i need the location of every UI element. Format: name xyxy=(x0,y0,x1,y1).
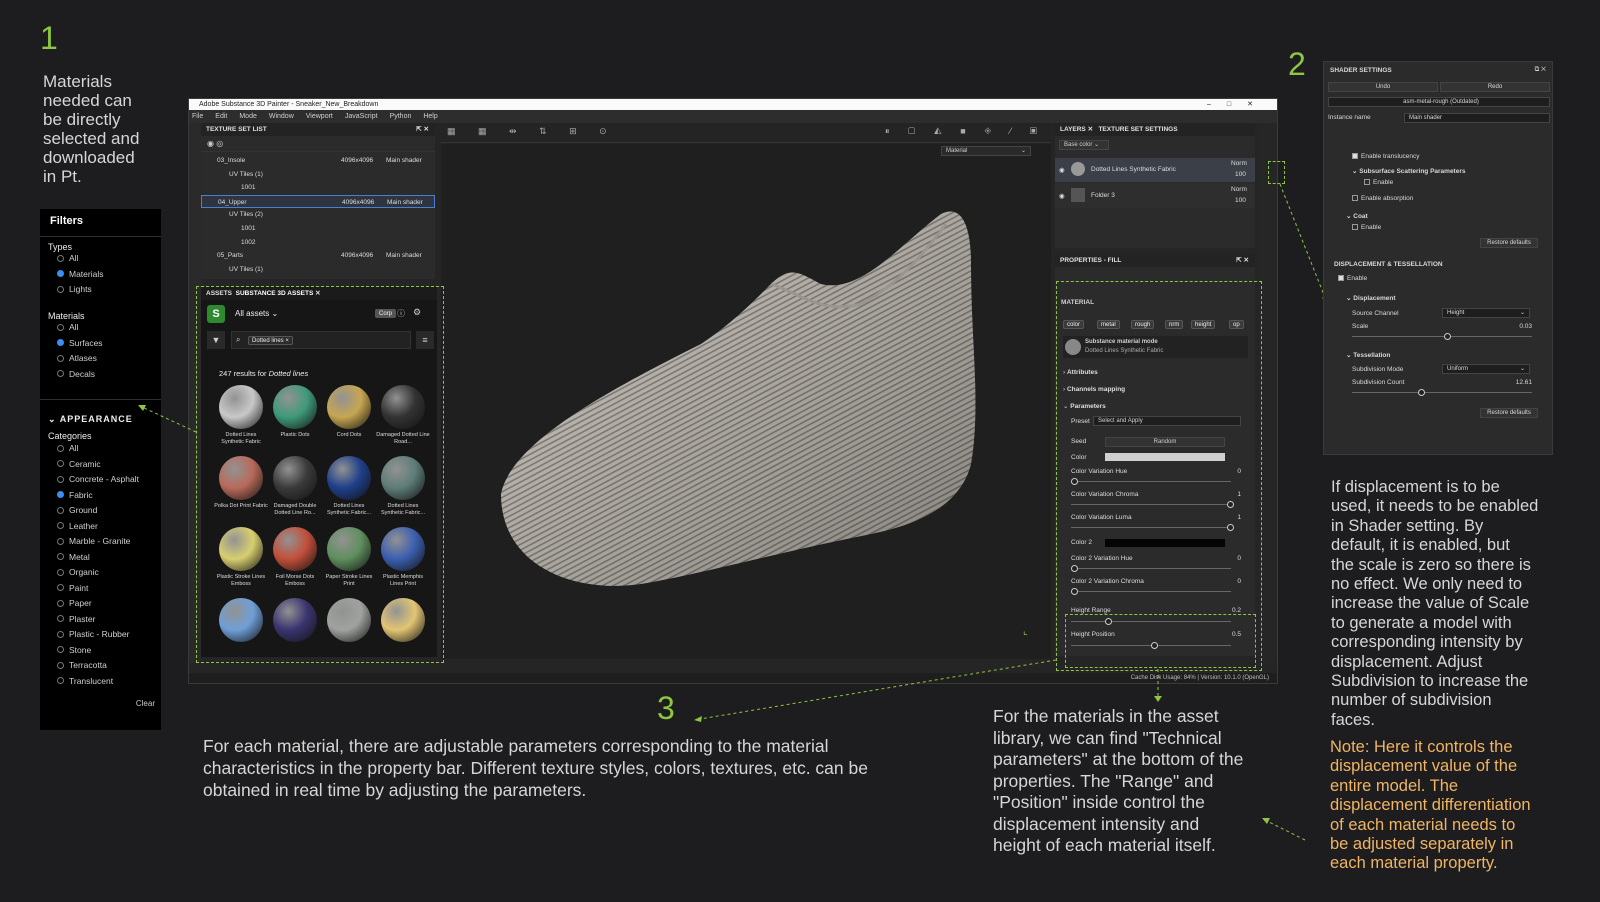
sss-label: Subsurface Scattering Parameters xyxy=(1359,168,1466,175)
displacement-heading[interactable]: ⌄ Displacement xyxy=(1346,294,1396,302)
subdiv-count-knob[interactable] xyxy=(1418,389,1425,396)
coat-label: Coat xyxy=(1353,213,1368,220)
displacement-label: Displacement xyxy=(1353,295,1396,302)
scale-value: 0.03 xyxy=(1519,323,1532,330)
source-channel-label: Source Channel xyxy=(1352,310,1399,317)
absorption-checkbox[interactable]: Enable absorption xyxy=(1352,195,1413,202)
translucency-label: Enable translucency xyxy=(1361,153,1420,160)
source-channel-value: Height xyxy=(1447,310,1465,316)
disp-enable-checkbox[interactable]: Enable xyxy=(1338,275,1367,282)
undo-button[interactable]: Undo xyxy=(1328,82,1438,92)
subdiv-count-value: 12.61 xyxy=(1515,379,1532,386)
shader-preset[interactable]: asm-metal-rough (Outdated) xyxy=(1328,97,1550,107)
scale-slider[interactable] xyxy=(1352,336,1532,337)
disp-enable-label: Enable xyxy=(1347,275,1368,282)
tessellation-heading[interactable]: ⌄ Tessellation xyxy=(1346,351,1390,359)
source-channel-select[interactable]: Height ⌄ xyxy=(1442,308,1530,318)
shader-settings-panel: SHADER SETTINGS ⧉ ✕ Undo Redo asm-metal-… xyxy=(1323,61,1553,455)
redo-button[interactable]: Redo xyxy=(1440,82,1550,92)
absorption-label: Enable absorption xyxy=(1361,195,1414,202)
instance-name-input[interactable]: Main shader xyxy=(1404,113,1550,123)
sss-heading[interactable]: ⌄ Subsurface Scattering Parameters xyxy=(1352,167,1465,175)
scale-knob[interactable] xyxy=(1444,333,1451,340)
scale-label: Scale xyxy=(1352,323,1369,330)
sss-enable-checkbox[interactable]: Enable xyxy=(1364,179,1393,186)
subdiv-mode-value: Uniform xyxy=(1447,366,1469,372)
disp-tess-heading: DISPLACEMENT & TESSELLATION xyxy=(1334,261,1443,268)
restore-defaults-2[interactable]: Restore defaults xyxy=(1480,408,1538,418)
subdiv-mode-select[interactable]: Uniform ⌄ xyxy=(1442,364,1530,374)
subdiv-mode-label: Subdivision Mode xyxy=(1352,366,1404,373)
translucency-checkbox[interactable]: Enable translucency xyxy=(1352,153,1420,160)
coat-heading[interactable]: ⌄ Coat xyxy=(1346,212,1368,220)
subdiv-count-slider[interactable] xyxy=(1352,392,1532,393)
coat-enable-label: Enable xyxy=(1361,224,1382,231)
restore-defaults-1[interactable]: Restore defaults xyxy=(1480,238,1538,248)
coat-enable-checkbox[interactable]: Enable xyxy=(1352,224,1381,231)
shader-title: SHADER SETTINGS xyxy=(1330,67,1392,74)
shader-close-icon[interactable]: ⧉ ✕ xyxy=(1535,66,1546,74)
instance-name-label: Instance name xyxy=(1328,114,1371,121)
subdiv-count-label: Subdivision Count xyxy=(1352,379,1405,386)
tessellation-label: Tessellation xyxy=(1353,352,1391,359)
sss-enable-label: Enable xyxy=(1373,179,1394,186)
